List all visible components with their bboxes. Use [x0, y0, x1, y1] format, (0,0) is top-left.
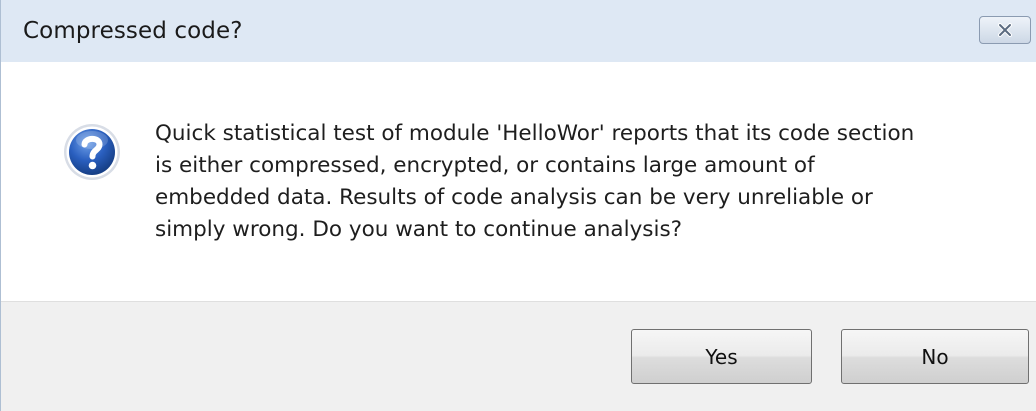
- question-icon: [64, 124, 120, 180]
- dialog-title: Compressed code?: [23, 18, 243, 44]
- close-icon: [998, 23, 1012, 37]
- close-button[interactable]: [979, 16, 1031, 44]
- button-bar: Yes No: [1, 301, 1036, 411]
- dialog-message: Quick statistical test of module 'HelloW…: [155, 121, 915, 242]
- no-button[interactable]: No: [841, 329, 1029, 384]
- dialog-window: Compressed code? Quick statistical test …: [0, 0, 1036, 411]
- title-bar[interactable]: Compressed code?: [1, 0, 1036, 62]
- yes-button[interactable]: Yes: [631, 329, 812, 384]
- dialog-content: Quick statistical test of module 'HelloW…: [1, 62, 1036, 301]
